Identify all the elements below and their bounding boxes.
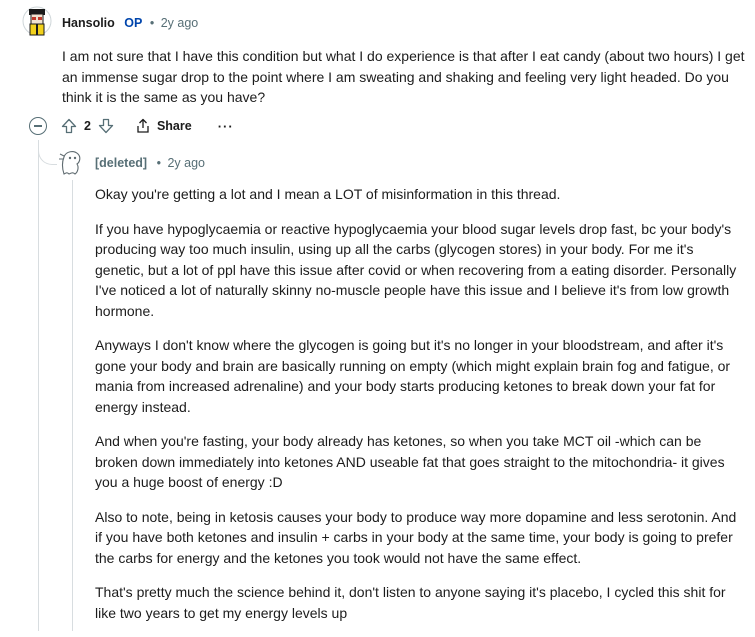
op-comment-meta: Hansolio OP • 2y ago [62, 16, 198, 30]
downvote-button[interactable] [97, 117, 115, 135]
comment-action-bar: 2 Share ··· [60, 116, 234, 136]
thread-line[interactable] [38, 140, 39, 631]
meta-separator: • [156, 156, 161, 170]
thread-branch-line [38, 140, 57, 165]
reply-comment-body: Okay you're getting a lot and I mean a L… [95, 184, 745, 637]
author-name: [deleted] [95, 156, 148, 170]
timestamp[interactable]: 2y ago [167, 156, 205, 170]
op-comment-body: I am not sure that I have this condition… [62, 48, 745, 105]
comment-paragraph: And when you're fasting, your body alrea… [95, 433, 725, 490]
timestamp[interactable]: 2y ago [161, 16, 199, 30]
avatar[interactable] [22, 6, 52, 36]
reply-comment-meta: [deleted] • 2y ago [95, 156, 205, 170]
collapse-thread-button[interactable] [29, 117, 47, 135]
arrow-down-icon [98, 118, 114, 134]
share-icon [137, 118, 149, 133]
share-label: Share [156, 119, 192, 133]
deleted-user-avatar [58, 146, 84, 176]
more-options-button[interactable]: ··· [218, 120, 234, 133]
op-avatar-icon [22, 6, 52, 36]
comment-paragraph: Also to note, being in ketosis causes yo… [95, 508, 737, 566]
reply-thread-line[interactable] [72, 180, 73, 631]
meta-separator: • [149, 16, 155, 30]
author-name[interactable]: Hansolio [62, 16, 115, 30]
vote-score: 2 [84, 119, 91, 133]
arrow-up-icon [61, 118, 77, 134]
share-button[interactable]: Share [135, 118, 192, 134]
comment-paragraph: That's pretty much the science behind it… [95, 584, 726, 621]
op-badge: OP [124, 16, 143, 30]
comment-paragraph: Okay you're getting a lot and I mean a L… [95, 186, 561, 202]
comment-paragraph: Anyways I don't know where the glycogen … [95, 337, 731, 415]
ghost-icon [59, 151, 81, 175]
upvote-button[interactable] [60, 117, 78, 135]
comment-paragraph: If you have hypoglycaemia or reactive hy… [95, 220, 737, 319]
